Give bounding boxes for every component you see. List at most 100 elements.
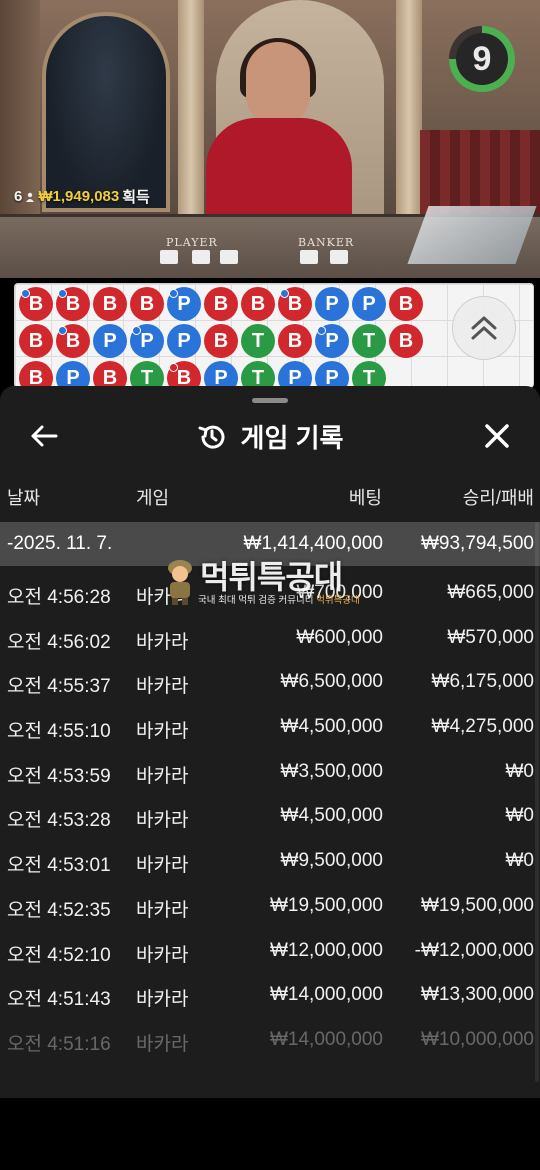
- pair-marker: [317, 326, 326, 335]
- road-bead: B: [241, 287, 275, 321]
- road-row: BPBTBPTPPT: [19, 361, 386, 387]
- row-bet: ₩19,500,000: [269, 894, 383, 916]
- row-time: 오전 4:53:59: [7, 765, 111, 787]
- road-bead: T: [241, 361, 275, 387]
- road-bead: P: [93, 324, 127, 358]
- summary-win-total: ₩93,794,500: [420, 533, 534, 554]
- row-win-loss: ₩0: [505, 760, 535, 782]
- table-header: 날짜 게임 베팅 승리/패배: [0, 484, 540, 514]
- drag-handle[interactable]: [252, 398, 288, 403]
- road-bead: B: [278, 287, 312, 321]
- pair-marker: [21, 289, 30, 298]
- row-win-loss: ₩13,300,000: [420, 984, 534, 1006]
- pair-marker: [132, 326, 141, 335]
- row-bet: ₩9,500,000: [280, 850, 383, 872]
- history-row[interactable]: 오전 4:51:43 바카라 ₩14,000,000 ₩13,300,000: [0, 974, 540, 1019]
- row-bet: ₩14,000,000: [269, 1028, 383, 1050]
- row-win-loss: ₩10,000,000: [420, 1028, 534, 1050]
- road-bead: T: [352, 324, 386, 358]
- row-time: 오전 4:51:43: [7, 989, 111, 1011]
- history-clock-icon: [198, 425, 225, 449]
- header-bet[interactable]: 베팅: [349, 484, 382, 510]
- road-bead: P: [130, 324, 164, 358]
- row-bet: ₩600,000: [296, 626, 383, 648]
- winners-banner: 6 ₩1,949,083 획득: [14, 186, 150, 207]
- road-bead: P: [315, 361, 349, 387]
- row-game: 바카라: [136, 810, 189, 832]
- card: [220, 250, 238, 264]
- dealer-face: [246, 42, 310, 126]
- row-bet: ₩6,500,000: [280, 671, 383, 693]
- card: [330, 250, 348, 264]
- row-game: 바카라: [136, 989, 189, 1011]
- history-row[interactable]: 오전 4:52:10 바카라 ₩12,000,000 -₩12,000,000: [0, 930, 540, 975]
- history-row[interactable]: 오전 4:51:16 바카라 ₩14,000,000 ₩10,000,000: [0, 1019, 540, 1064]
- row-win-loss: ₩4,275,000: [431, 716, 534, 738]
- road-bead: B: [93, 287, 127, 321]
- expand-scoreboard-button[interactable]: [452, 296, 516, 360]
- road-bead: B: [56, 324, 90, 358]
- row-game: 바카라: [136, 855, 189, 877]
- history-row[interactable]: 오전 4:53:28 바카라 ₩4,500,000 ₩0: [0, 795, 540, 840]
- row-game: 바카라: [136, 676, 189, 698]
- row-bet: ₩4,500,000: [280, 716, 383, 738]
- winnings-amount: ₩1,949,083: [38, 188, 120, 205]
- summary-date: -2025. 11. 7.: [7, 533, 113, 554]
- road-bead: B: [56, 287, 90, 321]
- row-win-loss: ₩6,175,000: [431, 671, 534, 693]
- studio-pillar: [396, 0, 422, 230]
- row-win-loss: -₩12,000,000: [414, 939, 534, 961]
- row-game: 바카라: [136, 899, 189, 921]
- row-time: 오전 4:56:02: [7, 631, 111, 653]
- history-list: 오전 4:56:28 바카라 ₩700,000 ₩665,000 오전 4:56:02 바…: [0, 572, 540, 1064]
- header-game[interactable]: 게임: [136, 484, 169, 510]
- panel-title: 게임 기록: [240, 423, 344, 453]
- chevron-double-up-icon: [471, 316, 497, 340]
- history-row[interactable]: 오전 4:56:02 바카라 ₩600,000 ₩570,000: [0, 617, 540, 662]
- scrollbar[interactable]: [535, 522, 539, 1082]
- close-icon[interactable]: [482, 421, 512, 451]
- history-row[interactable]: 오전 4:55:10 바카라 ₩4,500,000 ₩4,275,000: [0, 706, 540, 751]
- road-bead: B: [167, 361, 201, 387]
- history-row[interactable]: 오전 4:55:37 바카라 ₩6,500,000 ₩6,175,000: [0, 661, 540, 706]
- road-bead: B: [19, 324, 53, 358]
- road-bead: B: [204, 287, 238, 321]
- history-row[interactable]: 오전 4:56:28 바카라 ₩700,000 ₩665,000: [0, 572, 540, 617]
- road-row: BBBBPBBBPPB: [19, 287, 423, 321]
- header-date[interactable]: 날짜: [7, 484, 40, 510]
- card: [160, 250, 178, 264]
- row-bet: ₩3,500,000: [280, 760, 383, 782]
- row-game: 바카라: [136, 765, 189, 787]
- pair-marker: [169, 289, 178, 298]
- row-game: 바카라: [136, 1033, 189, 1055]
- row-time: 오전 4:56:28: [7, 587, 111, 608]
- road-bead: T: [130, 361, 164, 387]
- panel-title-group: 게임 기록: [0, 418, 540, 455]
- pair-marker: [280, 289, 289, 298]
- row-win-loss: ₩570,000: [447, 626, 534, 648]
- header-win-loss[interactable]: 승리/패배: [463, 484, 534, 510]
- row-bet: ₩12,000,000: [269, 939, 383, 961]
- pair-marker: [58, 326, 67, 335]
- history-row[interactable]: 오전 4:53:01 바카라 ₩9,500,000 ₩0: [0, 840, 540, 885]
- card: [300, 250, 318, 264]
- row-bet: ₩4,500,000: [280, 805, 383, 827]
- timer-value: 9: [456, 33, 508, 85]
- bottom-bar: [0, 1098, 540, 1170]
- card-shoe: [407, 206, 537, 264]
- road-bead: P: [167, 287, 201, 321]
- road-bead: B: [278, 324, 312, 358]
- history-row[interactable]: 오전 4:52:35 바카라 ₩19,500,000 ₩19,500,000: [0, 885, 540, 930]
- road-bead: B: [389, 324, 423, 358]
- history-row[interactable]: 오전 4:53:59 바카라 ₩3,500,000 ₩0: [0, 751, 540, 796]
- row-time: 오전 4:55:37: [7, 676, 111, 698]
- date-summary-row[interactable]: -2025. 11. 7. ₩1,414,400,000 ₩93,794,500: [0, 522, 540, 566]
- summary-bet-total: ₩1,414,400,000: [243, 533, 383, 554]
- road-bead: P: [278, 361, 312, 387]
- row-game: 바카라: [136, 721, 189, 743]
- round-timer: 9: [449, 26, 515, 92]
- row-time: 오전 4:53:01: [7, 855, 111, 877]
- pair-marker: [58, 289, 67, 298]
- row-time: 오전 4:55:10: [7, 721, 111, 743]
- row-bet: ₩700,000: [296, 582, 383, 603]
